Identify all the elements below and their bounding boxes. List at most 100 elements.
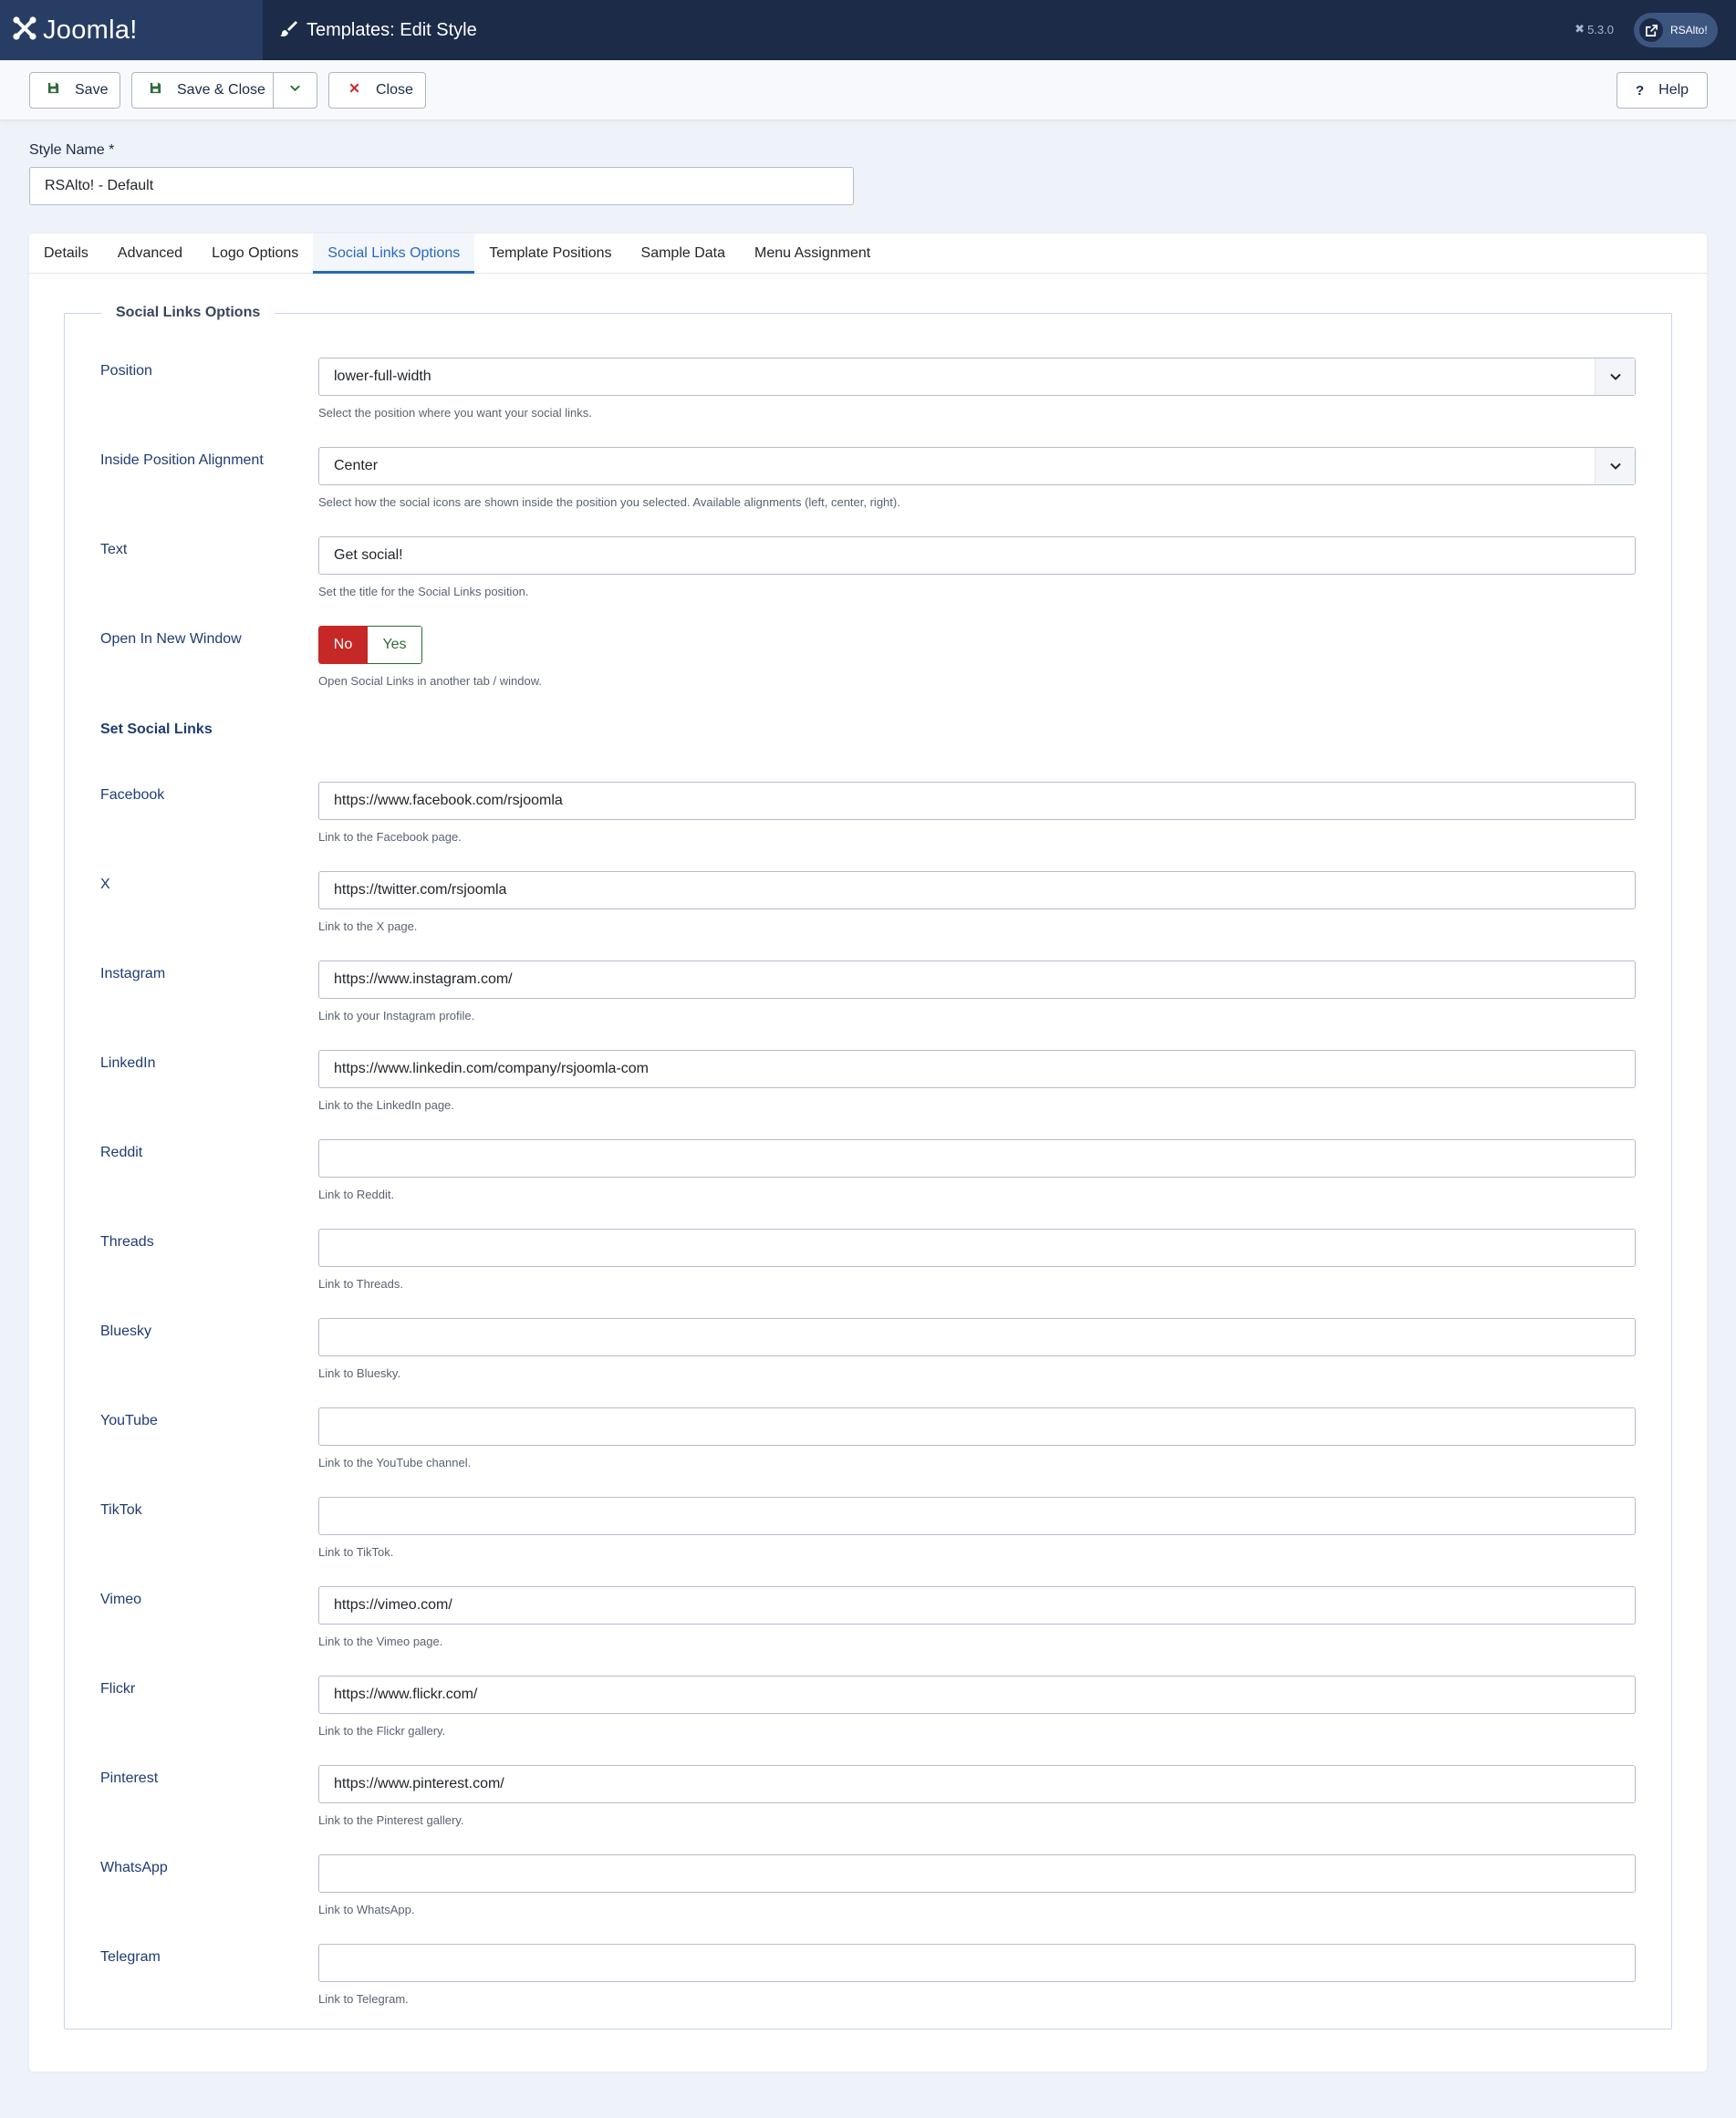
tiktok-label: TikTok (100, 1502, 142, 1518)
chevron-down-icon (1595, 358, 1635, 395)
telegram-link-input[interactable] (318, 1944, 1636, 1982)
threads-link-input[interactable] (318, 1229, 1636, 1267)
pinterest-label: Pinterest (100, 1770, 159, 1786)
vimeo-link-input[interactable] (318, 1586, 1636, 1625)
save-icon (149, 81, 162, 99)
threads-help: Link to Threads. (318, 1277, 403, 1291)
toolbar: Save Save & Close Close ? Help (0, 60, 1736, 120)
instagram-link-input[interactable] (318, 960, 1636, 999)
x-link-input[interactable] (318, 871, 1636, 909)
linkedin-label: LinkedIn (100, 1055, 156, 1071)
telegram-help: Link to Telegram. (318, 1992, 409, 2006)
tab-bar: Details Advanced Logo Options Social Links … (29, 234, 1707, 274)
version-badge: ✖ 5.3.0 (1575, 22, 1614, 36)
app-header: Joomla! Templates: Edit Style ✖ 5.3.0 RS… (0, 0, 1736, 60)
vimeo-help: Link to the Vimeo page. (318, 1635, 443, 1648)
new-window-no-option[interactable]: No (318, 626, 368, 664)
save-button[interactable]: Save (29, 72, 120, 109)
close-label: Close (376, 82, 413, 98)
vimeo-label: Vimeo (100, 1592, 142, 1607)
chevron-down-icon (288, 81, 302, 99)
tab-advanced[interactable]: Advanced (103, 234, 197, 274)
version-number: 5.3.0 (1587, 22, 1614, 36)
new-window-yes-option[interactable]: Yes (368, 626, 422, 664)
brand-name: Joomla! (43, 15, 138, 45)
help-button[interactable]: ? Help (1616, 72, 1708, 109)
site-link-button[interactable]: RSAlto! (1634, 13, 1718, 47)
alignment-select[interactable]: Center (318, 447, 1636, 485)
whatsapp-link-input[interactable] (318, 1854, 1636, 1893)
linkedin-link-input[interactable] (318, 1050, 1636, 1088)
instagram-label: Instagram (100, 966, 166, 981)
youtube-help: Link to the YouTube channel. (318, 1456, 472, 1469)
bluesky-help: Link to Bluesky. (318, 1366, 401, 1380)
position-select[interactable]: lower-full-width (318, 358, 1636, 396)
bluesky-link-input[interactable] (318, 1318, 1636, 1356)
tab-details[interactable]: Details (29, 234, 103, 274)
whatsapp-help: Link to WhatsApp. (318, 1903, 415, 1916)
joomla-logo-icon (11, 15, 38, 47)
facebook-label: Facebook (100, 787, 165, 803)
alignment-select-value: Center (334, 458, 379, 473)
close-icon (348, 81, 361, 99)
flickr-help: Link to the Flickr gallery. (318, 1724, 446, 1738)
save-icon (47, 81, 60, 99)
tab-template-positions[interactable]: Template Positions (474, 234, 626, 274)
external-link-icon (1639, 18, 1663, 42)
site-name: RSAlto! (1670, 24, 1708, 36)
question-icon: ? (1636, 82, 1645, 99)
social-links-fieldset: Social Links Options Position lower-full… (64, 305, 1672, 2030)
youtube-link-input[interactable] (318, 1407, 1636, 1446)
style-name-input[interactable] (29, 167, 854, 205)
save-label: Save (75, 82, 109, 98)
tab-social-links-options[interactable]: Social Links Options (313, 234, 475, 274)
save-options-dropdown[interactable] (273, 72, 317, 109)
reddit-link-input[interactable] (318, 1139, 1636, 1178)
text-label: Text (100, 542, 128, 557)
close-button[interactable]: Close (328, 72, 426, 109)
facebook-help: Link to the Facebook page. (318, 830, 462, 844)
save-close-label: Save & Close (177, 82, 265, 98)
set-social-links-heading: Set Social Links (100, 722, 213, 737)
instagram-help: Link to your Instagram profile. (318, 1009, 475, 1023)
style-name-label: Style Name * (29, 142, 115, 158)
tiktok-help: Link to TikTok. (318, 1545, 394, 1559)
tab-menu-assignment[interactable]: Menu Assignment (740, 234, 885, 274)
new-window-help: Open Social Links in another tab / windo… (318, 674, 542, 688)
reddit-label: Reddit (100, 1145, 143, 1160)
save-close-button[interactable]: Save & Close (131, 72, 274, 109)
help-label: Help (1658, 82, 1689, 98)
telegram-label: Telegram (100, 1949, 161, 1965)
whatsapp-label: WhatsApp (100, 1860, 168, 1875)
tab-logo-options[interactable]: Logo Options (197, 234, 313, 274)
position-help: Select the position where you want your … (318, 406, 592, 420)
chevron-down-icon (1595, 448, 1635, 484)
tab-sample-data[interactable]: Sample Data (627, 234, 741, 274)
flickr-label: Flickr (100, 1681, 136, 1697)
edit-card: Details Advanced Logo Options Social Links … (29, 234, 1707, 2071)
facebook-link-input[interactable] (318, 782, 1636, 820)
joomla-small-icon: ✖ (1575, 22, 1585, 36)
page-title: Templates: Edit Style (307, 19, 477, 40)
threads-label: Threads (100, 1234, 154, 1250)
youtube-label: YouTube (100, 1413, 158, 1428)
text-input[interactable] (318, 536, 1636, 575)
pinterest-link-input[interactable] (318, 1765, 1636, 1803)
text-help: Set the title for the Social Links posit… (318, 585, 529, 598)
new-window-toggle: No Yes (318, 626, 422, 664)
brush-icon (279, 19, 307, 42)
position-label: Position (100, 363, 152, 379)
reddit-help: Link to Reddit. (318, 1188, 395, 1201)
brand-logo[interactable]: Joomla! (0, 0, 263, 60)
new-window-label: Open In New Window (100, 631, 242, 647)
pinterest-help: Link to the Pinterest gallery. (318, 1813, 464, 1827)
position-select-value: lower-full-width (334, 369, 431, 384)
page-title-group: Templates: Edit Style (279, 19, 477, 42)
bluesky-label: Bluesky (100, 1324, 152, 1339)
flickr-link-input[interactable] (318, 1676, 1636, 1714)
fieldset-legend: Social Links Options (101, 305, 275, 321)
alignment-label: Inside Position Alignment (100, 452, 264, 468)
x-help: Link to the X page. (318, 919, 418, 933)
linkedin-help: Link to the LinkedIn page. (318, 1098, 454, 1112)
tiktok-link-input[interactable] (318, 1497, 1636, 1535)
